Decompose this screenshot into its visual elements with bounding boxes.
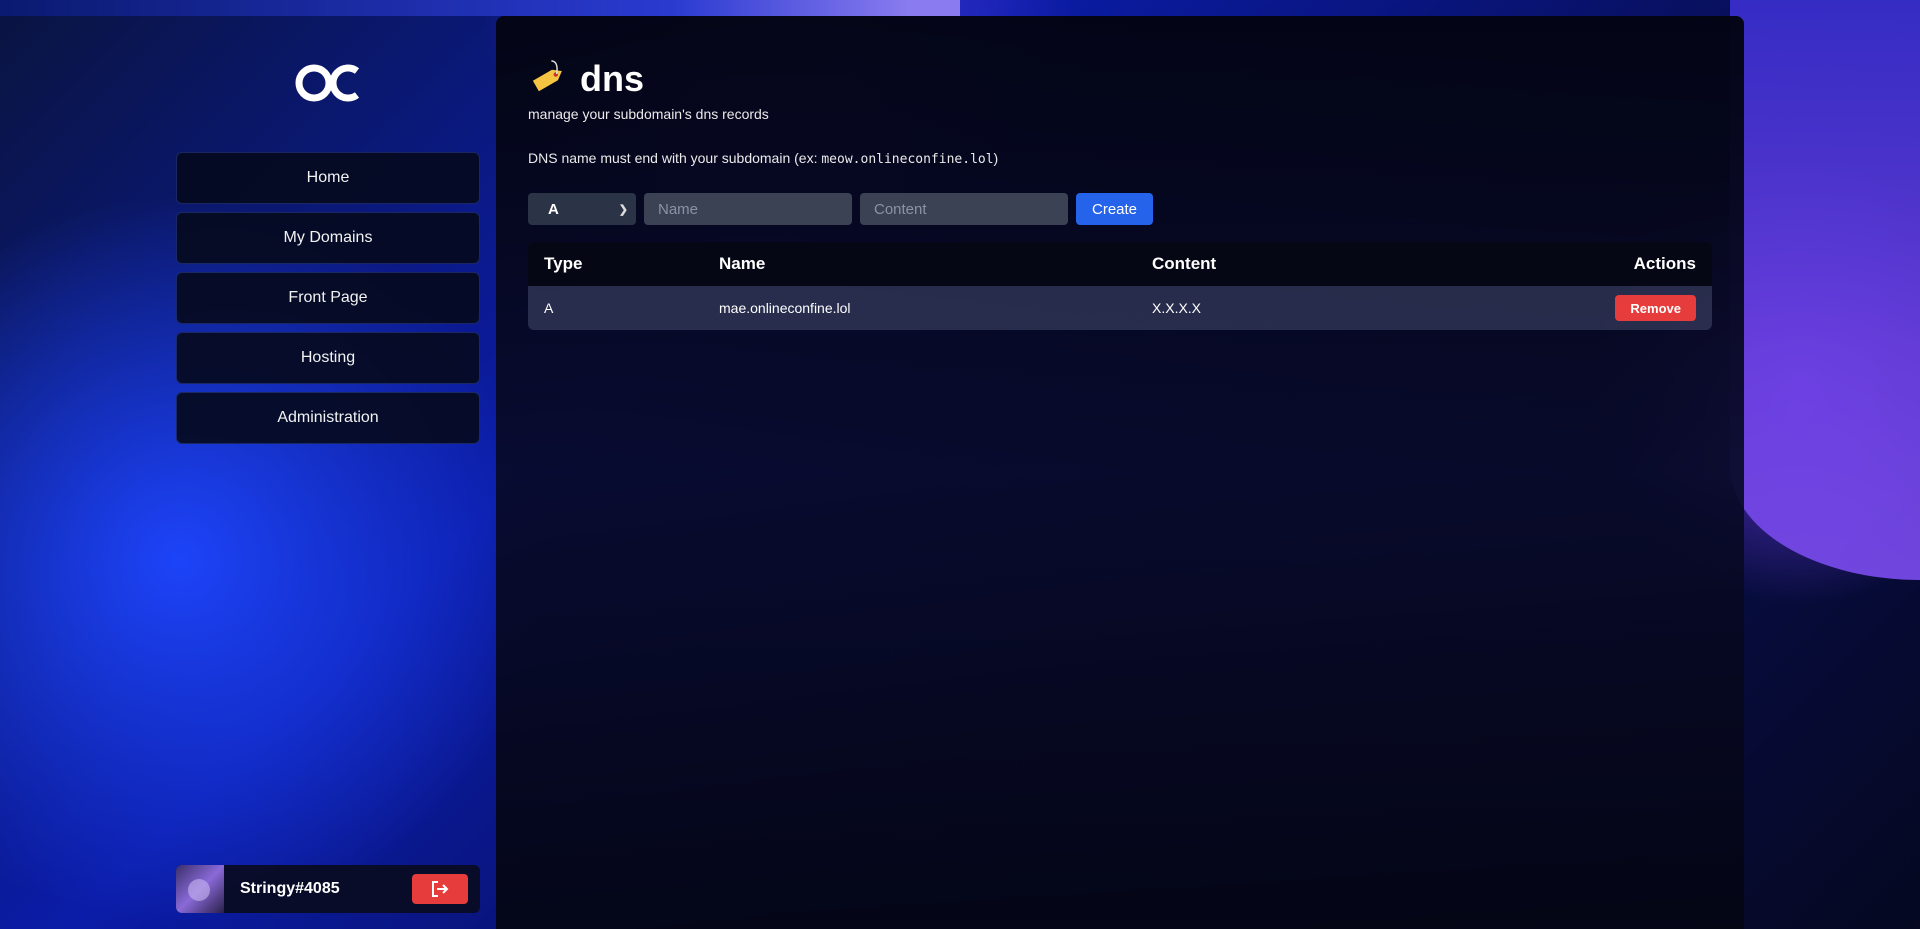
sidebar-item-administration[interactable]: Administration	[176, 392, 480, 444]
sidebar: Home My Domains Front Page Hosting Admin…	[176, 0, 480, 929]
cell-name: mae.onlineconfine.lol	[719, 300, 851, 316]
notice-example-domain: meow.onlineconfine.lol	[821, 152, 994, 167]
notice-prefix: DNS name must end with your subdomain (e…	[528, 150, 822, 166]
record-type-value: A	[548, 200, 559, 218]
avatar	[176, 865, 224, 913]
header-name: Name	[719, 254, 766, 273]
background-wave	[1730, 0, 1920, 580]
cell-content: X.X.X.X	[1152, 300, 1202, 316]
cell-type: A	[544, 300, 554, 316]
page-title: dns	[580, 58, 645, 99]
username: Stringy#4085	[240, 880, 340, 897]
notice-suffix: )	[993, 150, 999, 166]
logout-icon	[432, 881, 449, 897]
remove-button[interactable]: Remove	[1615, 295, 1696, 321]
table-row: A mae.onlineconfine.lol X.X.X.X Remove	[528, 286, 1712, 330]
logout-button[interactable]	[412, 874, 468, 904]
sidebar-item-home[interactable]: Home	[176, 152, 480, 204]
header-content: Content	[1152, 254, 1217, 273]
table-header: Type Name Content Actions	[528, 242, 1712, 286]
page-subtitle: manage your subdomain's dns records	[528, 106, 769, 122]
sidebar-item-front-page[interactable]: Front Page	[176, 272, 480, 324]
header-actions: Actions	[1633, 254, 1696, 273]
cell-actions: Remove	[1592, 295, 1712, 321]
chevron-down-icon: ❯	[618, 203, 628, 216]
header-type: Type	[544, 254, 583, 273]
page-header: dns	[528, 58, 644, 100]
background-band	[0, 0, 960, 16]
create-button[interactable]: Create	[1076, 193, 1154, 225]
dns-records-table: Type Name Content Actions A mae.onlineco…	[528, 242, 1712, 330]
sidebar-item-hosting[interactable]: Hosting	[176, 332, 480, 384]
tag-icon	[532, 60, 562, 92]
name-input[interactable]	[644, 193, 852, 225]
sidebar-item-my-domains[interactable]: My Domains	[176, 212, 480, 264]
record-type-select[interactable]: A ❯	[528, 193, 636, 225]
main-panel: dns manage your subdomain's dns records …	[496, 16, 1744, 929]
content-input[interactable]	[860, 193, 1068, 225]
app-logo[interactable]	[292, 60, 364, 106]
dns-notice: DNS name must end with your subdomain (e…	[528, 150, 998, 167]
user-bar: Stringy#4085	[176, 865, 480, 913]
create-record-form: A ❯ Create	[528, 193, 1154, 225]
sidebar-nav: Home My Domains Front Page Hosting Admin…	[176, 152, 480, 452]
